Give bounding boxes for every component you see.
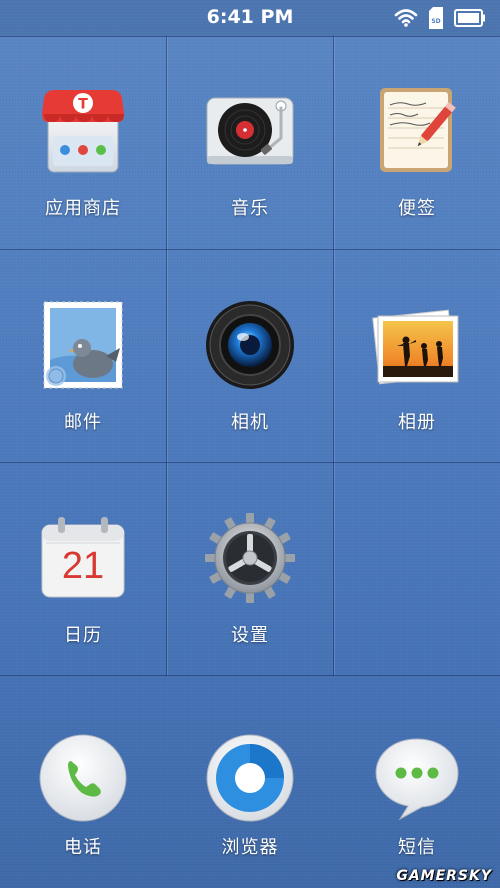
camera-tile[interactable]: 相机 — [167, 250, 333, 463]
sd-card-icon: SD — [429, 7, 443, 29]
battery-icon — [454, 9, 485, 27]
status-bar: 6:41 PM SD — [0, 0, 500, 36]
status-icons: SD — [394, 7, 486, 29]
app-label: 便签 — [398, 198, 436, 219]
sms-dock-item[interactable]: 短信 — [334, 733, 500, 859]
app-label: 相机 — [231, 412, 269, 433]
dock-label: 浏览器 — [221, 837, 279, 858]
app-store-tile[interactable]: T 应用商店 — [0, 36, 166, 249]
app-store-badge: T — [78, 97, 88, 113]
notes-tile[interactable]: 便签 — [334, 36, 500, 249]
music-icon — [205, 86, 295, 176]
calendar-icon: 21 — [38, 513, 128, 603]
mail-tile[interactable]: 邮件 — [0, 250, 166, 463]
mail-icon — [38, 300, 128, 390]
camera-icon — [205, 300, 295, 390]
app-label: 应用商店 — [45, 198, 121, 219]
music-tile[interactable]: 音乐 — [167, 36, 333, 249]
calendar-day: 21 — [61, 545, 105, 587]
phone-icon — [39, 734, 127, 822]
gallery-tile[interactable]: 相册 — [334, 250, 500, 463]
app-label: 音乐 — [231, 198, 269, 219]
gallery-icon — [372, 300, 462, 390]
browser-dock-item[interactable]: 浏览器 — [167, 733, 333, 859]
dock-label: 短信 — [398, 837, 436, 858]
settings-icon — [205, 513, 295, 603]
app-label: 邮件 — [64, 412, 102, 433]
app-label: 日历 — [64, 625, 102, 646]
sms-icon — [375, 738, 459, 821]
calendar-tile[interactable]: 21 日历 — [0, 463, 166, 676]
app-label: 相册 — [398, 412, 436, 433]
app-store-icon: T — [38, 86, 128, 176]
sd-card-label: SD — [431, 18, 440, 25]
watermark: GAMERSKY — [396, 868, 492, 884]
app-grid: T 应用商店 音乐 便签 邮件 相机 相册 21 日历 设置 — [0, 36, 500, 676]
app-label: 设置 — [231, 625, 269, 646]
settings-tile[interactable]: 设置 — [167, 463, 333, 676]
browser-icon — [206, 734, 294, 822]
wifi-icon — [394, 9, 418, 27]
phone-dock-item[interactable]: 电话 — [0, 733, 166, 859]
notes-icon — [372, 86, 462, 176]
dock-label: 电话 — [64, 837, 102, 858]
